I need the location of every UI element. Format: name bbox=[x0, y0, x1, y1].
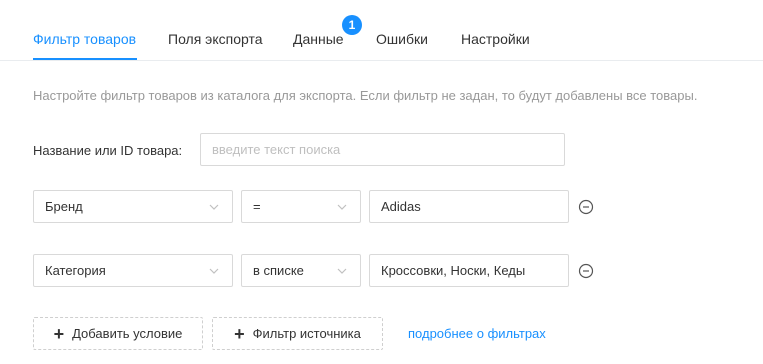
condition-field-value: Бренд bbox=[45, 199, 83, 214]
chevron-down-icon bbox=[209, 204, 219, 210]
search-input[interactable]: введите текст поиска bbox=[200, 133, 565, 166]
source-filter-label: Фильтр источника bbox=[252, 326, 361, 341]
tab-data[interactable]: Данные bbox=[293, 31, 344, 47]
condition-operator-select[interactable]: в списке bbox=[241, 254, 361, 287]
tab-settings[interactable]: Настройки bbox=[461, 31, 530, 47]
active-tab-underline bbox=[33, 58, 137, 60]
tab-product-filter[interactable]: Фильтр товаров bbox=[33, 31, 136, 47]
condition-operator-select[interactable]: = bbox=[241, 190, 361, 223]
add-condition-button[interactable]: + Добавить условие bbox=[33, 317, 203, 350]
minus-circle-icon[interactable] bbox=[578, 199, 594, 215]
tab-export-fields[interactable]: Поля экспорта bbox=[168, 31, 263, 47]
chevron-down-icon bbox=[337, 204, 347, 210]
condition-operator-value: в списке bbox=[253, 263, 304, 278]
condition-value-input[interactable]: Adidas bbox=[369, 190, 569, 223]
filters-help-link[interactable]: подробнее о фильтрах bbox=[408, 326, 546, 341]
add-condition-label: Добавить условие bbox=[72, 326, 183, 341]
chevron-down-icon bbox=[209, 268, 219, 274]
filter-hint-text: Настройте фильтр товаров из каталога для… bbox=[33, 88, 698, 103]
condition-operator-value: = bbox=[253, 199, 261, 214]
chevron-down-icon bbox=[337, 268, 347, 274]
plus-icon: + bbox=[53, 323, 65, 344]
data-tab-badge: 1 bbox=[342, 15, 362, 35]
tab-bar: Фильтр товаров Поля экспорта Данные 1 Ош… bbox=[0, 0, 763, 61]
condition-field-select[interactable]: Категория bbox=[33, 254, 233, 287]
condition-value-input[interactable]: Кроссовки, Носки, Кеды bbox=[369, 254, 569, 287]
condition-field-select[interactable]: Бренд bbox=[33, 190, 233, 223]
plus-icon: + bbox=[234, 323, 245, 344]
minus-circle-icon[interactable] bbox=[578, 263, 594, 279]
product-filter-page: Фильтр товаров Поля экспорта Данные 1 Ош… bbox=[0, 0, 763, 364]
tab-errors[interactable]: Ошибки bbox=[376, 31, 428, 47]
condition-field-value: Категория bbox=[45, 263, 106, 278]
source-filter-button[interactable]: + Фильтр источника bbox=[212, 317, 383, 350]
search-label: Название или ID товара: bbox=[33, 143, 183, 158]
